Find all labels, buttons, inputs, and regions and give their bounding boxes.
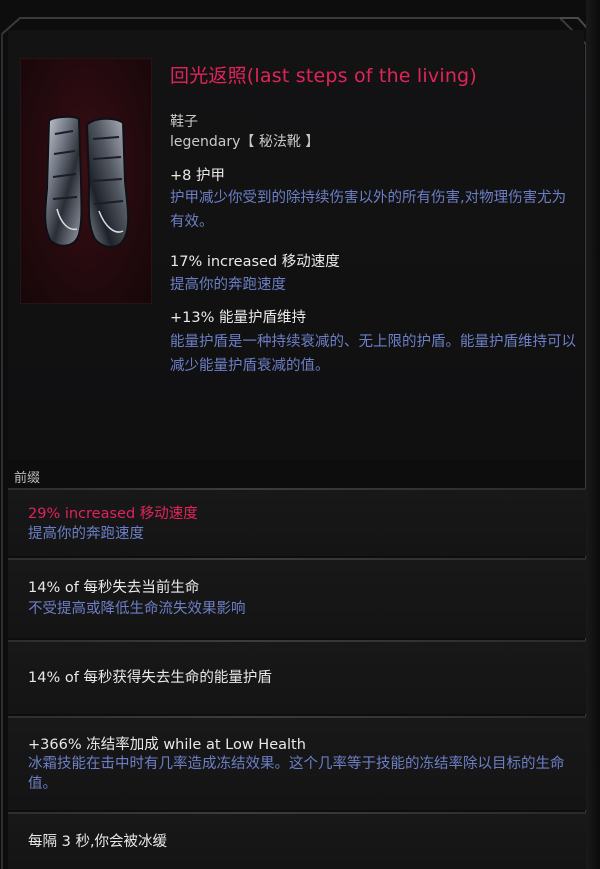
affix-description: 冰霜技能在击中时有几率造成冻结效果。这个几率等于技能的冻结率除以目标的生命值。 (28, 756, 565, 792)
stat-movement-speed-description: 提高你的奔跑速度 (170, 277, 286, 293)
affix-value: 29% increased 移动速度 (28, 506, 198, 522)
affix-description: 不受提高或降低生命流失效果影响 (28, 601, 246, 617)
item-type: 鞋子 (170, 114, 198, 130)
tooltip-frame: 回光返照(last steps of the living) 鞋子 legend… (0, 0, 600, 869)
affix-row: +366% 冻结率加成 while at Low Health 冰霜技能在击中时… (8, 718, 586, 810)
affix-row: 每隔 3 秒,你会被冰缓 (8, 814, 586, 869)
item-portrait[interactable] (20, 58, 152, 304)
prefix-section-label: 前缀 (14, 471, 41, 486)
item-rarity: legendary【 秘法靴 】 (170, 134, 320, 150)
affix-row: 14% of 每秒失去当前生命 不受提高或降低生命流失效果影响 (8, 560, 586, 638)
stat-armor-description: 护甲减少你受到的除持续伤害以外的所有伤害,对物理伤害尤为有效。 (170, 190, 567, 230)
item-name: 回光返照(last steps of the living) (170, 65, 477, 87)
affix-value: 14% of 每秒获得失去生命的能量护盾 (28, 670, 272, 686)
stat-movement-speed: 17% increased 移动速度 (170, 254, 340, 270)
stat-energy-shield-description: 能量护盾是一种持续衰减的、无上限的护盾。能量护盾维持可以减少能量护盾衰减的值。 (170, 334, 576, 374)
affix-value: 14% of 每秒失去当前生命 (28, 580, 200, 596)
stat-energy-shield: +13% 能量护盾维持 (170, 310, 306, 326)
affix-description: 提高你的奔跑速度 (28, 526, 144, 542)
stat-armor: +8 护甲 (170, 168, 225, 184)
window-edge (586, 0, 600, 869)
armored-boots-icon (44, 115, 130, 248)
affix-value: 每隔 3 秒,你会被冰缓 (28, 834, 168, 850)
affix-value: +366% 冻结率加成 while at Low Health (28, 737, 306, 753)
affix-row: 14% of 每秒获得失去生命的能量护盾 (8, 642, 586, 714)
affix-row: 29% increased 移动速度 提高你的奔跑速度 (8, 490, 586, 556)
